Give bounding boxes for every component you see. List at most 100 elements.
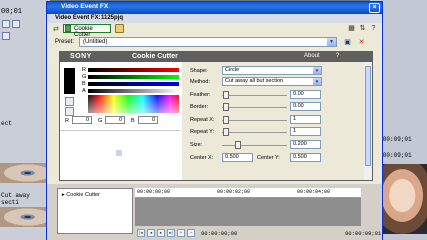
event-fx-label: Video Event FX:: [55, 15, 101, 21]
parameters-panel: Shape: Circle ▼ Method: Cut away all but…: [182, 62, 372, 180]
feather-field[interactable]: 0.00: [290, 90, 321, 99]
plugin-panel: SONY Cookie Cutter About ? R G B A R 0 G…: [59, 51, 373, 181]
ruler-label: 00:00:04;00: [297, 189, 331, 195]
red-slider[interactable]: [88, 68, 179, 72]
end-timecode: 00:00:09;01: [345, 230, 382, 237]
preset-select[interactable]: (Untitled) ▼: [79, 37, 337, 47]
layout-icon[interactable]: ▦: [347, 24, 356, 33]
green-slider[interactable]: [88, 75, 179, 79]
shape-select[interactable]: Circle ▼: [222, 66, 322, 75]
bg-tool-icon: [2, 20, 10, 28]
video-event-fx-dialog: Video Event FX × Video Event FX: 1125pjq…: [46, 1, 383, 240]
bg-tool-icon: [2, 32, 10, 40]
timeline-ruler[interactable]: 00:00:00;00 00:00:02;00 00:00:04;00: [135, 188, 361, 198]
slider-label-g: G: [82, 74, 87, 80]
feather-slider-thumb[interactable]: [223, 91, 229, 99]
center-y-label: Center Y:: [257, 155, 280, 161]
border-slider-thumb[interactable]: [223, 103, 229, 111]
r-label: R: [65, 118, 69, 124]
preset-value: (Untitled): [83, 39, 108, 45]
delete-icon[interactable]: ✕: [357, 38, 366, 47]
plugin-chain-button[interactable]: Cookie Cutter: [63, 24, 111, 38]
slider-label-r: R: [82, 67, 86, 73]
bg-label: ect: [1, 120, 12, 127]
repeat-y-track[interactable]: [222, 132, 287, 133]
center-handle[interactable]: [116, 150, 122, 156]
plugin-name: Cookie Cutter: [132, 53, 178, 60]
keyframe-controls: |◂ ◂ ▸ ▸| + − 00:00:00;00 00:00:09;01: [135, 228, 381, 240]
preset-row: Preset: (Untitled) ▼ ▣ ✕: [47, 36, 382, 48]
save-icon[interactable]: ▣: [343, 38, 352, 47]
repeat-x-track[interactable]: [222, 120, 287, 121]
blue-slider[interactable]: [88, 82, 179, 86]
color-mode-icon[interactable]: [65, 107, 74, 116]
prev-keyframe-icon[interactable]: ◂: [147, 229, 155, 237]
preset-label: Preset:: [55, 39, 75, 45]
ruler-label: 00:00:02;00: [217, 189, 251, 195]
delete-keyframe-icon[interactable]: −: [187, 229, 195, 237]
scrollbar-thumb[interactable]: [365, 66, 371, 166]
about-link[interactable]: About: [304, 53, 320, 59]
keyframe-track[interactable]: [135, 198, 361, 226]
first-keyframe-icon[interactable]: |◂: [137, 229, 145, 237]
bg-eye-thumbnail: [0, 163, 46, 183]
size-track[interactable]: [222, 145, 287, 146]
keyframe-area: ▸ Cookie Cutter 00:00:00;00 00:00:02;00 …: [47, 184, 382, 240]
repeat-y-slider-thumb[interactable]: [223, 128, 229, 136]
bg-label: Cut away secti: [1, 192, 30, 206]
method-value: Cut away all but section: [225, 78, 284, 84]
help-icon[interactable]: ?: [369, 24, 378, 33]
plugin-chain-row: ⇄ Cookie Cutter ▦ ⇅ ?: [47, 23, 382, 38]
b-label: B: [131, 118, 135, 124]
keyframe-track-label[interactable]: ▸ Cookie Cutter: [62, 192, 100, 198]
plugin-enable-checkbox[interactable]: [65, 25, 71, 32]
repeat-y-label: Repeat Y:: [190, 129, 215, 135]
background-left-panel: 00;01 ect Cut away secti: [0, 0, 50, 240]
method-label: Method:: [190, 79, 210, 85]
g-label: G: [98, 118, 103, 124]
event-header: Video Event FX: 1125pjq: [47, 14, 382, 23]
add-keyframe-icon[interactable]: +: [177, 229, 185, 237]
color-spectrum[interactable]: [88, 95, 179, 113]
repeat-x-field[interactable]: 1: [290, 115, 321, 124]
eyedropper-icon[interactable]: [65, 97, 74, 106]
method-select[interactable]: Cut away all but section ▼: [222, 77, 322, 86]
b-value-field[interactable]: 0: [138, 116, 158, 124]
dropdown-arrow-icon[interactable]: ▼: [327, 38, 336, 46]
last-keyframe-icon[interactable]: ▸|: [167, 229, 175, 237]
bg-timecode: 00;01: [1, 8, 23, 16]
title-bar[interactable]: Video Event FX ×: [47, 2, 382, 14]
window-title: Video Event FX: [61, 3, 109, 10]
close-icon[interactable]: ×: [369, 3, 380, 13]
border-field[interactable]: 0.00: [290, 102, 321, 111]
center-x-field[interactable]: 0.500: [222, 153, 253, 162]
size-slider-thumb[interactable]: [235, 141, 241, 149]
color-swatch[interactable]: [64, 68, 75, 94]
border-track[interactable]: [222, 107, 287, 108]
repeat-x-label: Repeat X:: [190, 117, 215, 123]
chain-icon[interactable]: ⇄: [53, 25, 59, 33]
center-y-field[interactable]: 0.500: [290, 153, 321, 162]
shape-label: Shape:: [190, 68, 208, 74]
arrange-icon[interactable]: ⇅: [358, 24, 367, 33]
r-value-field[interactable]: 0: [72, 116, 92, 124]
size-label: Size:: [190, 142, 203, 148]
alpha-slider[interactable]: [88, 89, 179, 93]
repeat-y-field[interactable]: 1: [290, 127, 321, 136]
size-field[interactable]: 0.200: [290, 140, 321, 149]
shape-preview[interactable]: [60, 130, 181, 180]
repeat-x-slider-thumb[interactable]: [223, 116, 229, 124]
sony-logo: SONY: [70, 53, 92, 60]
plugin-chooser-icon[interactable]: [115, 24, 124, 33]
g-value-field[interactable]: 0: [105, 116, 125, 124]
next-keyframe-icon[interactable]: ▸: [157, 229, 165, 237]
keyframe-track-name: Cookie Cutter: [66, 192, 100, 198]
border-label: Border:: [190, 104, 209, 110]
params-scrollbar[interactable]: [364, 62, 372, 180]
dropdown-arrow-icon[interactable]: ▼: [313, 78, 321, 85]
plugin-help-icon[interactable]: ?: [336, 53, 339, 59]
dropdown-arrow-icon[interactable]: ▼: [313, 67, 321, 74]
keyframe-list: ▸ Cookie Cutter: [57, 188, 133, 234]
bg-eye-thumbnail: [0, 207, 46, 227]
feather-track[interactable]: [222, 95, 287, 96]
